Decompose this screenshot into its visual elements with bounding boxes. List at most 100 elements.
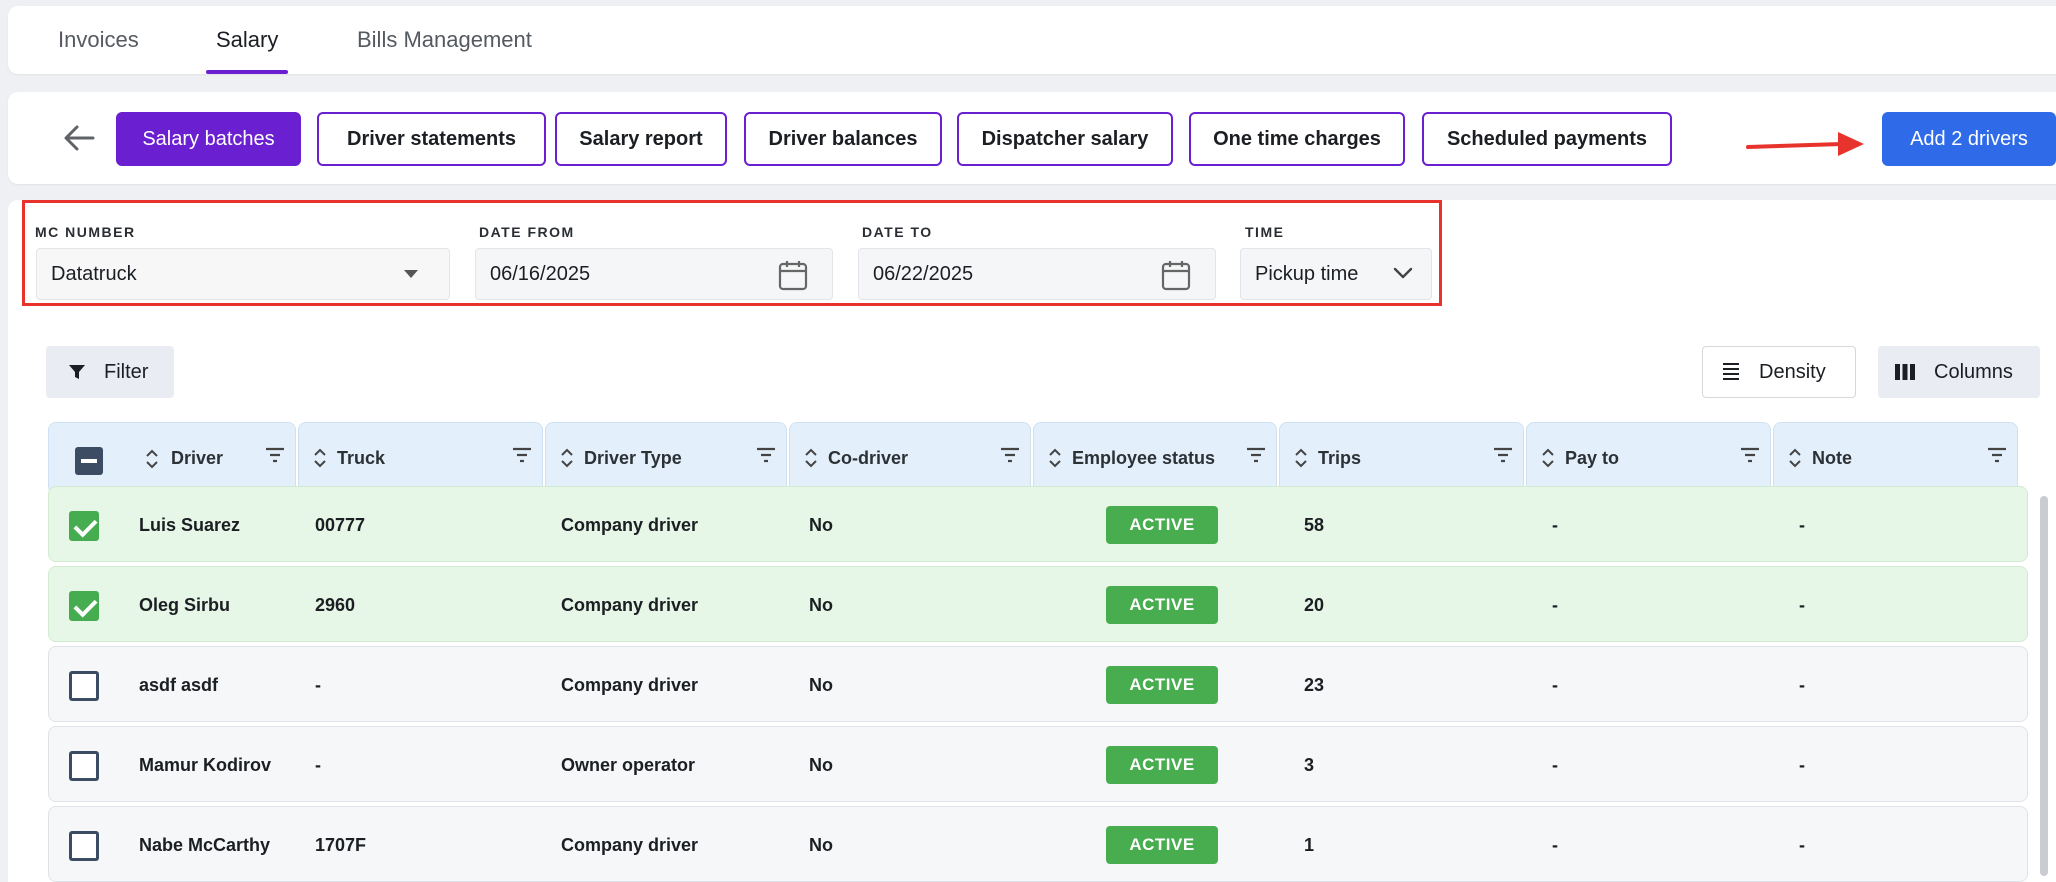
column-filter-icon[interactable] — [1987, 447, 2007, 463]
time-value: Pickup time — [1255, 262, 1359, 285]
row-checkbox[interactable] — [69, 751, 99, 781]
caret-down-icon — [404, 270, 418, 278]
cell-truck: 2960 — [315, 595, 356, 615]
cell-co-driver: No — [809, 595, 833, 615]
mc-number-select[interactable]: Datatruck — [36, 248, 450, 300]
sort-icon[interactable] — [313, 448, 327, 468]
date-from-value: 06/16/2025 — [490, 262, 591, 285]
cell-truck: 00777 — [315, 515, 366, 535]
cell-trips: 3 — [1304, 755, 1315, 775]
column-label: Driver — [171, 447, 224, 468]
column-header-employee-status[interactable]: Employee status — [1033, 422, 1277, 494]
table-row[interactable]: Mamur Kodirov - Owner operator No ACTIVE… — [48, 726, 2028, 802]
mc-number-label: MC NUMBER — [35, 224, 136, 240]
table-row[interactable]: asdf asdf - Company driver No ACTIVE 23 … — [48, 646, 2028, 722]
columns-icon — [1895, 364, 1915, 380]
table-row[interactable]: Nabe McCarthy 1707F Company driver No AC… — [48, 806, 2028, 882]
row-checkbox[interactable] — [69, 511, 99, 541]
driver-statements-button[interactable]: Driver statements — [317, 112, 546, 166]
sort-icon[interactable] — [804, 448, 818, 468]
tab-invoices[interactable]: Invoices — [58, 6, 139, 74]
cell-co-driver: No — [809, 835, 833, 855]
funnel-icon — [69, 365, 85, 379]
salary-report-button[interactable]: Salary report — [555, 112, 727, 166]
column-header-truck[interactable]: Truck — [298, 422, 543, 494]
cell-driver-type: Company driver — [561, 835, 699, 855]
time-select[interactable]: Pickup time — [1240, 248, 1432, 300]
columns-button-label: Columns — [1934, 360, 2013, 383]
tab-bills-management[interactable]: Bills Management — [357, 6, 532, 74]
table-row[interactable]: Oleg Sirbu 2960 Company driver No ACTIVE… — [48, 566, 2028, 642]
column-header-trips[interactable]: Trips — [1279, 422, 1524, 494]
cell-driver-type: Company driver — [561, 595, 699, 615]
cell-trips: 23 — [1304, 675, 1325, 695]
arrow-left-icon — [64, 125, 95, 151]
cell-note: - — [1799, 755, 1805, 775]
columns-button[interactable]: Columns — [1878, 346, 2040, 398]
cell-trips: 20 — [1304, 595, 1325, 615]
table-row[interactable]: Luis Suarez 00777 Company driver No ACTI… — [48, 486, 2028, 562]
column-header-pay-to[interactable]: Pay to — [1526, 422, 1771, 494]
row-checkbox[interactable] — [69, 591, 99, 621]
back-button[interactable] — [54, 116, 104, 160]
cell-pay-to: - — [1552, 755, 1558, 775]
cell-driver-type: Owner operator — [561, 755, 696, 775]
cell-driver: asdf asdf — [139, 675, 219, 695]
column-label: Driver Type — [584, 447, 682, 468]
column-header-co-driver[interactable]: Co-driver — [789, 422, 1031, 494]
column-header-driver[interactable]: Driver — [48, 422, 296, 494]
column-filter-icon[interactable] — [756, 447, 776, 463]
cell-co-driver: No — [809, 675, 833, 695]
calendar-icon[interactable] — [778, 259, 808, 291]
cell-driver-type: Company driver — [561, 515, 699, 535]
density-icon — [1723, 363, 1739, 380]
add-drivers-button[interactable]: Add 2 drivers — [1882, 112, 2056, 166]
salary-batches-button[interactable]: Salary batches — [116, 112, 301, 166]
row-checkbox[interactable] — [69, 671, 99, 701]
sort-icon[interactable] — [1048, 448, 1062, 468]
column-filter-icon[interactable] — [512, 447, 532, 463]
cell-truck: - — [315, 675, 321, 695]
column-filter-icon[interactable] — [1000, 447, 1020, 463]
column-filter-icon[interactable] — [1246, 447, 1266, 463]
status-badge: ACTIVE — [1106, 826, 1218, 864]
date-from-input[interactable]: 06/16/2025 — [475, 248, 833, 300]
cell-driver: Oleg Sirbu — [139, 595, 231, 615]
column-filter-icon[interactable] — [1493, 447, 1513, 463]
scheduled-payments-button[interactable]: Scheduled payments — [1422, 112, 1672, 166]
driver-balances-button[interactable]: Driver balances — [744, 112, 942, 166]
cell-note: - — [1799, 835, 1805, 855]
sort-icon[interactable] — [1541, 448, 1555, 468]
sort-icon[interactable] — [1788, 448, 1802, 468]
column-header-note[interactable]: Note — [1773, 422, 2018, 494]
cell-truck: - — [315, 755, 321, 775]
calendar-icon[interactable] — [1161, 259, 1191, 291]
time-label: TIME — [1245, 224, 1285, 240]
table-scrollbar[interactable] — [2040, 496, 2048, 876]
top-tab-bar: Invoices Salary Bills Management — [8, 6, 2056, 74]
one-time-charges-button[interactable]: One time charges — [1189, 112, 1405, 166]
cell-pay-to: - — [1552, 835, 1558, 855]
filter-button[interactable]: Filter — [46, 346, 174, 398]
density-button[interactable]: Density — [1702, 346, 1856, 398]
cell-note: - — [1799, 515, 1805, 535]
column-label: Trips — [1318, 447, 1362, 468]
sort-icon[interactable] — [560, 448, 574, 468]
dispatcher-salary-button[interactable]: Dispatcher salary — [957, 112, 1173, 166]
select-all-checkbox[interactable] — [75, 447, 103, 475]
column-label: Truck — [337, 447, 386, 468]
cell-pay-to: - — [1552, 515, 1558, 535]
cell-truck: 1707F — [315, 835, 367, 855]
sort-icon[interactable] — [145, 449, 159, 474]
date-to-input[interactable]: 06/22/2025 — [858, 248, 1216, 300]
column-filter-icon[interactable] — [265, 447, 285, 463]
column-filter-icon[interactable] — [1740, 447, 1760, 463]
sort-icon[interactable] — [1294, 448, 1308, 468]
cell-note: - — [1799, 675, 1805, 695]
column-header-driver-type[interactable]: Driver Type — [545, 422, 787, 494]
annotation-arrow-icon — [1746, 132, 1864, 156]
row-checkbox[interactable] — [69, 831, 99, 861]
tab-salary[interactable]: Salary — [205, 6, 289, 74]
cell-driver: Nabe McCarthy — [139, 835, 271, 855]
density-button-label: Density — [1759, 360, 1826, 383]
